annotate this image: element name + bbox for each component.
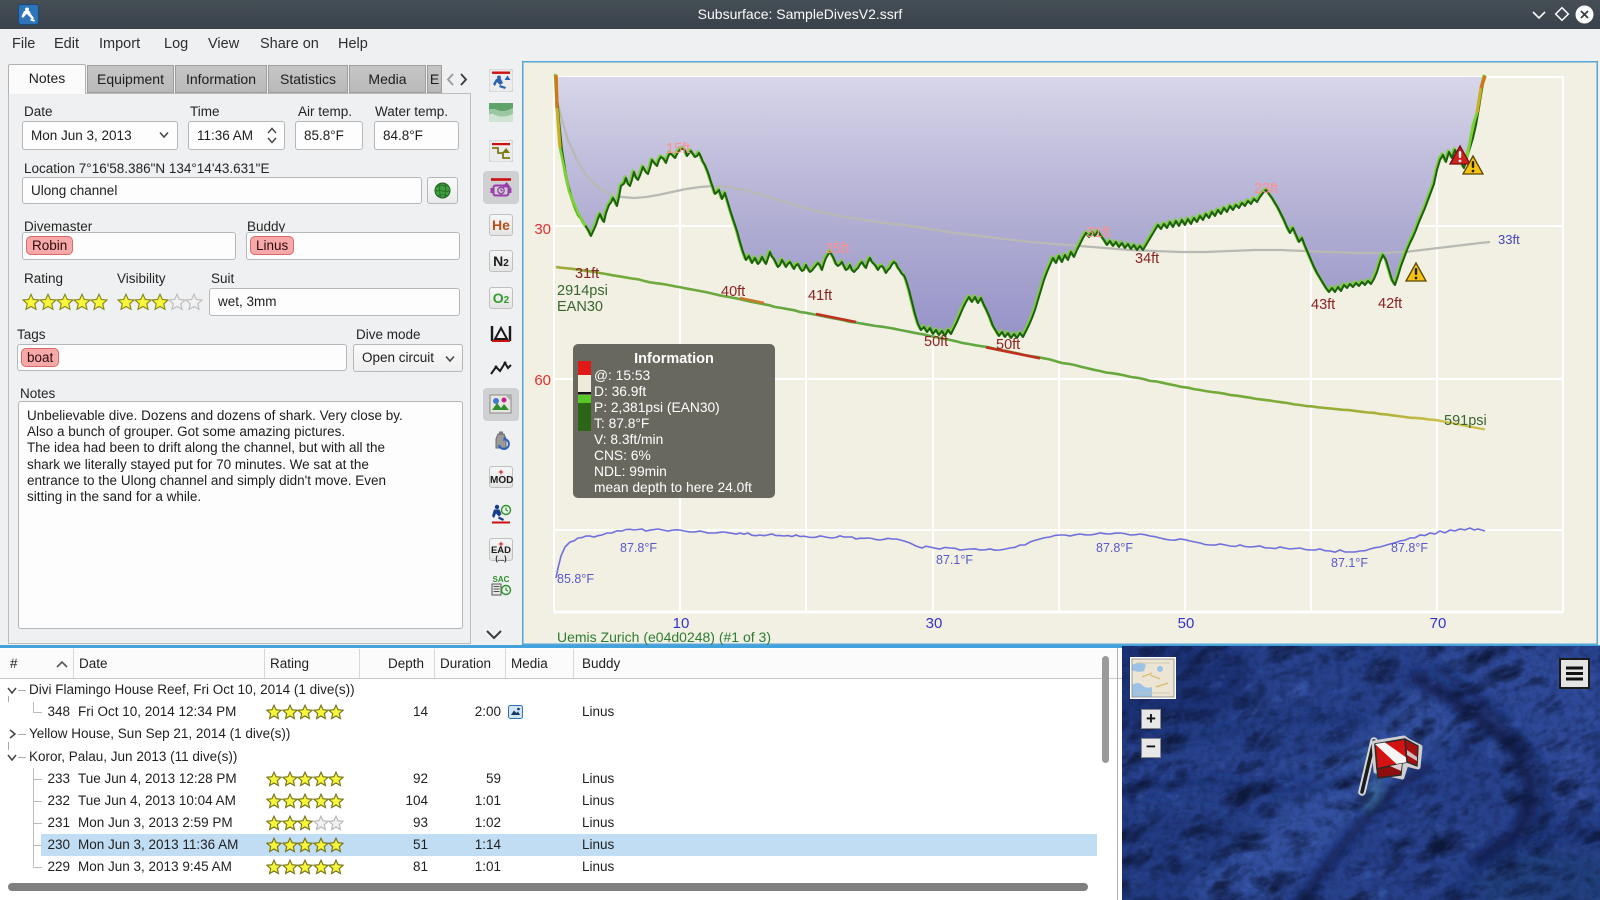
svg-text:591psi: 591psi xyxy=(1444,413,1487,429)
svg-text:41ft: 41ft xyxy=(808,288,832,304)
svg-text:CNS: 6%: CNS: 6% xyxy=(594,448,651,463)
svg-text:EAN30: EAN30 xyxy=(557,299,603,315)
svg-text:Uemis Zurich (e04d0248) (#1 of: Uemis Zurich (e04d0248) (#1 of 3) xyxy=(557,629,771,645)
svg-text:33ft: 33ft xyxy=(1498,232,1520,247)
svg-text:mean depth to here 24.0ft: mean depth to here 24.0ft xyxy=(594,480,752,495)
svg-text:43ft: 43ft xyxy=(1311,297,1335,313)
svg-text:87.1°F: 87.1°F xyxy=(1331,556,1368,570)
svg-text:40ft: 40ft xyxy=(721,284,745,300)
svg-text:2914psi: 2914psi xyxy=(557,283,608,299)
svg-text:35ft: 35ft xyxy=(825,241,849,257)
svg-text:Information: Information xyxy=(634,351,714,367)
svg-text:30: 30 xyxy=(534,221,551,238)
svg-text:T: 87.8°F: T: 87.8°F xyxy=(594,416,649,431)
svg-text:31ft: 31ft xyxy=(575,266,599,282)
svg-text:87.8°F: 87.8°F xyxy=(620,541,657,555)
svg-text:87.1°F: 87.1°F xyxy=(936,553,973,567)
svg-text:87.8°F: 87.8°F xyxy=(1096,541,1133,555)
svg-text:SAC: SAC xyxy=(493,575,510,584)
svg-text:31ft: 31ft xyxy=(1086,225,1110,241)
svg-text:70: 70 xyxy=(1430,615,1447,632)
svg-text:60: 60 xyxy=(534,372,551,389)
svg-text:34ft: 34ft xyxy=(1135,251,1159,267)
svg-text:15ft: 15ft xyxy=(666,141,690,157)
svg-text:50ft: 50ft xyxy=(924,334,948,350)
svg-text:D: 36.9ft: D: 36.9ft xyxy=(594,384,646,399)
svg-text:42ft: 42ft xyxy=(1378,296,1402,312)
svg-text:50ft: 50ft xyxy=(996,337,1020,353)
svg-text:23ft: 23ft xyxy=(1254,181,1278,197)
svg-text:P: 2,381psi (EAN30): P: 2,381psi (EAN30) xyxy=(594,400,720,415)
svg-text:87.8°F: 87.8°F xyxy=(1391,541,1428,555)
svg-text:@: 15:53: @: 15:53 xyxy=(594,368,651,383)
svg-text:50: 50 xyxy=(1178,615,1195,632)
svg-text:85.8°F: 85.8°F xyxy=(557,572,594,586)
svg-text:30: 30 xyxy=(926,615,943,632)
svg-text:V: 8.3ft/min: V: 8.3ft/min xyxy=(594,432,663,447)
svg-text:NDL: 99min: NDL: 99min xyxy=(594,464,667,479)
